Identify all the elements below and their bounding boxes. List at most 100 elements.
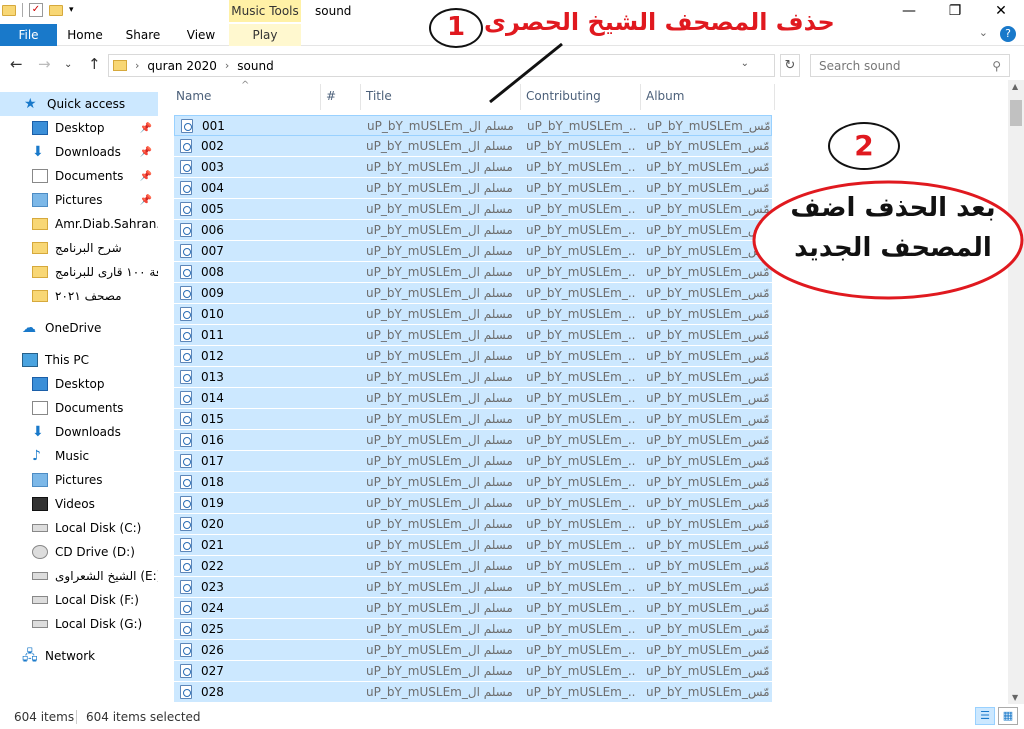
column-separator[interactable]	[360, 84, 361, 110]
search-input[interactable]: Search sound ⚲	[810, 54, 1010, 77]
minimize-button[interactable]: —	[886, 0, 932, 24]
pin-icon[interactable]: 📌	[140, 147, 152, 158]
table-row[interactable]: 007 uP_bY_mUSLEm_مسلم ال uP_bY_mUSLEm_... u…	[174, 241, 772, 262]
expand-ribbon-icon[interactable]: ⌄	[979, 26, 988, 42]
breadcrumb-quran-2020[interactable]: quran 2020	[147, 59, 216, 73]
scrollbar-thumb[interactable]	[1010, 100, 1022, 126]
tab-view[interactable]: View	[173, 24, 229, 46]
maximize-button[interactable]: ❐	[932, 0, 978, 24]
table-row[interactable]: 009 uP_bY_mUSLEm_مسلم ال uP_bY_mUSLEm_... u…	[174, 283, 772, 304]
table-row[interactable]: 022 uP_bY_mUSLEm_مسلم ال uP_bY_mUSLEm_... u…	[174, 556, 772, 577]
details-view-icon[interactable]: ☰	[975, 707, 995, 725]
table-row[interactable]: 018 uP_bY_mUSLEm_مسلم ال uP_bY_mUSLEm_... u…	[174, 472, 772, 493]
close-button[interactable]: ✕	[978, 0, 1024, 24]
sidebar-item-amr-diab[interactable]: Amr.Diab.Sahran.20	[0, 212, 158, 236]
sidebar-item-pc-pictures[interactable]: Pictures	[0, 468, 158, 492]
table-row[interactable]: 019 uP_bY_mUSLEm_مسلم ال uP_bY_mUSLEm_... u…	[174, 493, 772, 514]
table-row[interactable]: 027 uP_bY_mUSLEm_مسلم ال uP_bY_mUSLEm_... u…	[174, 661, 772, 682]
sidebar-item-drive-e[interactable]: الشيخ الشعراوى (E:)	[0, 564, 158, 588]
table-row[interactable]: 024 uP_bY_mUSLEm_مسلم ال uP_bY_mUSLEm_... u…	[174, 598, 772, 619]
sidebar-item-desktop[interactable]: Desktop 📌	[0, 116, 158, 140]
table-row[interactable]: 001 uP_bY_mUSLEm_مسلم ال uP_bY_mUSLEm_... u…	[174, 115, 772, 136]
sidebar-item-network[interactable]: 🖧 Network	[0, 644, 158, 668]
help-icon[interactable]: ?	[1000, 26, 1016, 42]
sidebar-item-pictures[interactable]: Pictures 📌	[0, 188, 158, 212]
sidebar-item-mushaf-2021[interactable]: مصحف ٢٠٢١	[0, 284, 158, 308]
sidebar-item-drive-c[interactable]: Local Disk (C:)	[0, 516, 158, 540]
column-header-album[interactable]: Album	[642, 80, 774, 113]
sidebar-item-documents[interactable]: Documents 📌	[0, 164, 158, 188]
table-row[interactable]: 010 uP_bY_mUSLEm_مسلم ال uP_bY_mUSLEm_... u…	[174, 304, 772, 325]
sidebar-item-pc-desktop[interactable]: Desktop	[0, 372, 158, 396]
sidebar-item-downloads[interactable]: ⬇ Downloads 📌	[0, 140, 158, 164]
tab-file[interactable]: File	[0, 24, 57, 46]
table-row[interactable]: 011 uP_bY_mUSLEm_مسلم ال uP_bY_mUSLEm_... u…	[174, 325, 772, 346]
table-row[interactable]: 020 uP_bY_mUSLEm_مسلم ال uP_bY_mUSLEm_... u…	[174, 514, 772, 535]
column-separator[interactable]	[774, 84, 775, 110]
column-separator[interactable]	[520, 84, 521, 110]
forward-arrow-icon[interactable]: →	[38, 55, 51, 73]
column-separator[interactable]	[640, 84, 641, 110]
sidebar-item-drive-f[interactable]: Local Disk (F:)	[0, 588, 158, 612]
table-row[interactable]: 003 uP_bY_mUSLEm_مسلم ال uP_bY_mUSLEm_... u…	[174, 157, 772, 178]
table-row[interactable]: 012 uP_bY_mUSLEm_مسلم ال uP_bY_mUSLEm_... u…	[174, 346, 772, 367]
table-row[interactable]: 013 uP_bY_mUSLEm_مسلم ال uP_bY_mUSLEm_... u…	[174, 367, 772, 388]
table-row[interactable]: 016 uP_bY_mUSLEm_مسلم ال uP_bY_mUSLEm_... u…	[174, 430, 772, 451]
tab-home[interactable]: Home	[57, 24, 113, 46]
table-row[interactable]: 021 uP_bY_mUSLEm_مسلم ال uP_bY_mUSLEm_... u…	[174, 535, 772, 556]
table-row[interactable]: 002 uP_bY_mUSLEm_مسلم ال uP_bY_mUSLEm_... u…	[174, 136, 772, 157]
column-header-number[interactable]: #	[322, 80, 360, 113]
file-name: 009	[201, 286, 224, 300]
customize-toolbar-icon[interactable]: ▾	[69, 5, 74, 15]
recent-locations-icon[interactable]: ⌄	[64, 59, 72, 70]
table-row[interactable]: 026 uP_bY_mUSLEm_مسلم ال uP_bY_mUSLEm_... u…	[174, 640, 772, 661]
sidebar-item-drive-g[interactable]: Local Disk (G:)	[0, 612, 158, 636]
chevron-right-icon[interactable]: ›	[225, 59, 229, 72]
chevron-down-icon[interactable]: ⌄	[741, 58, 749, 69]
vertical-scrollbar[interactable]: ▲ ▼	[1008, 80, 1024, 704]
column-separator[interactable]	[320, 84, 321, 110]
file-album: uP_bY_mUSLEm_مّس	[647, 118, 771, 133]
sidebar-item-videos[interactable]: Videos	[0, 492, 158, 516]
sidebar-item-pc-documents[interactable]: Documents	[0, 396, 158, 420]
address-bar[interactable]: › quran 2020 › sound ⌄	[108, 54, 775, 77]
sidebar-item-onedrive[interactable]: ☁ OneDrive	[0, 316, 158, 340]
tab-share[interactable]: Share	[113, 24, 173, 46]
back-arrow-icon[interactable]: ←	[10, 55, 23, 73]
table-row[interactable]: 028 uP_bY_mUSLEm_مسلم ال uP_bY_mUSLEm_... u…	[174, 682, 772, 703]
refresh-button[interactable]: ↻	[780, 54, 800, 77]
column-header-title[interactable]: Title	[362, 80, 520, 113]
column-header-name[interactable]: Name	[172, 80, 320, 113]
table-row[interactable]: 023 uP_bY_mUSLEm_مسلم ال uP_bY_mUSLEm_... u…	[174, 577, 772, 598]
sidebar-item-quick-access[interactable]: ★ Quick access	[0, 92, 158, 116]
sidebar-item-program-explanation[interactable]: شرح البرنامج	[0, 236, 158, 260]
chevron-right-icon[interactable]: ›	[135, 59, 139, 72]
breadcrumb-sound[interactable]: sound	[237, 59, 273, 73]
table-row[interactable]: 004 uP_bY_mUSLEm_مسلم ال uP_bY_mUSLEm_... u…	[174, 178, 772, 199]
table-row[interactable]: 005 uP_bY_mUSLEm_مسلم ال uP_bY_mUSLEm_... u…	[174, 199, 772, 220]
table-row[interactable]: 006 uP_bY_mUSLEm_مسلم ال uP_bY_mUSLEm_... u…	[174, 220, 772, 241]
column-header-contributing-artists[interactable]: Contributing artists	[522, 80, 640, 136]
new-folder-icon[interactable]	[49, 4, 63, 16]
sidebar-item-this-pc[interactable]: This PC	[0, 348, 158, 372]
pin-icon[interactable]: 📌	[140, 171, 152, 182]
sidebar-item-add-reciters[interactable]: ضافة ١٠٠ قارى للبرنامج	[0, 260, 158, 284]
table-row[interactable]: 025 uP_bY_mUSLEm_مسلم ال uP_bY_mUSLEm_... u…	[174, 619, 772, 640]
tab-play[interactable]: Play	[229, 24, 301, 46]
folder-icon[interactable]	[2, 4, 16, 16]
pin-icon[interactable]: 📌	[140, 195, 152, 206]
table-row[interactable]: 014 uP_bY_mUSLEm_مسلم ال uP_bY_mUSLEm_... u…	[174, 388, 772, 409]
table-row[interactable]: 017 uP_bY_mUSLEm_مسلم ال uP_bY_mUSLEm_... u…	[174, 451, 772, 472]
properties-icon[interactable]: ✓	[29, 3, 43, 17]
sidebar-item-pc-downloads[interactable]: ⬇ Downloads	[0, 420, 158, 444]
up-arrow-icon[interactable]: ↑	[88, 55, 101, 73]
scroll-down-icon[interactable]: ▼	[1012, 693, 1018, 702]
file-artist: uP_bY_mUSLEm_...	[526, 580, 636, 594]
large-icons-view-icon[interactable]: ▦	[998, 707, 1018, 725]
scroll-up-icon[interactable]: ▲	[1012, 82, 1018, 91]
sidebar-item-drive-d[interactable]: CD Drive (D:)	[0, 540, 158, 564]
pin-icon[interactable]: 📌	[140, 123, 152, 134]
table-row[interactable]: 008 uP_bY_mUSLEm_مسلم ال uP_bY_mUSLEm_... u…	[174, 262, 772, 283]
sidebar-item-music[interactable]: ♪ Music	[0, 444, 158, 468]
table-row[interactable]: 015 uP_bY_mUSLEm_مسلم ال uP_bY_mUSLEm_... u…	[174, 409, 772, 430]
